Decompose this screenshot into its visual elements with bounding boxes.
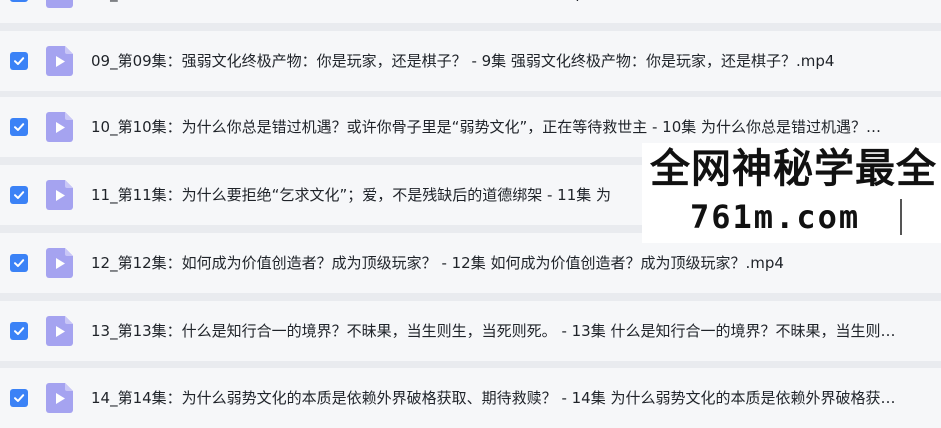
video-file-icon bbox=[46, 46, 73, 76]
video-file-icon bbox=[46, 180, 73, 210]
video-file-icon bbox=[46, 112, 73, 142]
file-row[interactable]: 14_第14集：为什么弱势文化的本质是依赖外界破格获取、期待救赎？ - 14集 … bbox=[0, 368, 941, 428]
video-file-icon bbox=[46, 383, 73, 413]
watermark-line2: 761m.com bbox=[690, 198, 861, 236]
file-name[interactable]: 13_第13集：什么是知行合一的境界？不昧果，当生则生，当死则死。 - 13集 … bbox=[91, 321, 935, 341]
video-file-icon bbox=[46, 0, 73, 8]
row-checkbox[interactable] bbox=[10, 186, 28, 204]
row-checkbox[interactable] bbox=[10, 254, 28, 272]
check-icon bbox=[14, 259, 25, 267]
row-checkbox[interactable] bbox=[10, 52, 28, 70]
row-checkbox[interactable] bbox=[10, 118, 28, 136]
check-icon bbox=[14, 123, 25, 131]
file-row[interactable]: 08_第08集：为什么你总是……，…… - 8集 为什么你总是……，…….mp4 bbox=[0, 0, 941, 23]
check-icon bbox=[14, 327, 25, 335]
row-checkbox[interactable] bbox=[10, 389, 28, 407]
video-file-icon bbox=[46, 248, 73, 278]
file-name[interactable]: 10_第10集：为什么你总是错过机遇？或许你骨子里是“弱势文化”，正在等待救世主… bbox=[91, 117, 935, 137]
file-row[interactable]: 13_第13集：什么是知行合一的境界？不昧果，当生则生，当死则死。 - 13集 … bbox=[0, 301, 941, 361]
watermark-line1: 全网神秘学最全 bbox=[650, 146, 937, 192]
row-checkbox[interactable] bbox=[10, 0, 28, 2]
text-cursor bbox=[900, 199, 902, 235]
video-file-icon bbox=[46, 316, 73, 346]
file-row[interactable]: 09_第09集：强弱文化终极产物：你是玩家，还是棋子？ - 9集 强弱文化终极产… bbox=[0, 31, 941, 91]
file-name[interactable]: 14_第14集：为什么弱势文化的本质是依赖外界破格获取、期待救赎？ - 14集 … bbox=[91, 388, 935, 408]
file-name[interactable]: 08_第08集：为什么你总是……，…… - 8集 为什么你总是……，…….mp4 bbox=[91, 0, 935, 3]
row-checkbox[interactable] bbox=[10, 322, 28, 340]
check-icon bbox=[14, 394, 25, 402]
check-icon bbox=[14, 57, 25, 65]
file-name[interactable]: 09_第09集：强弱文化终极产物：你是玩家，还是棋子？ - 9集 强弱文化终极产… bbox=[91, 51, 935, 71]
file-name[interactable]: 12_第12集：如何成为价值创造者？成为顶级玩家？ - 12集 如何成为价值创造… bbox=[91, 253, 935, 273]
check-icon bbox=[14, 191, 25, 199]
watermark-overlay: 全网神秘学最全 761m.com bbox=[642, 143, 941, 243]
